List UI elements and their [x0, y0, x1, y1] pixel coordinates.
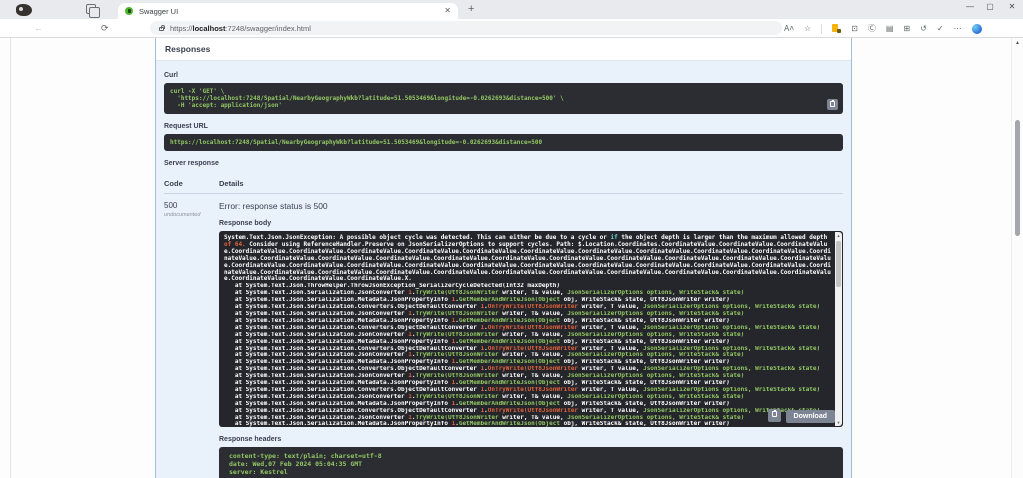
stack-trace-line: at System.Text.Json.Serialization.Metada… — [224, 338, 730, 345]
toolbar-separator — [821, 23, 823, 34]
pinned-app-icon[interactable] — [16, 4, 32, 16]
stack-trace-line: at System.Text.Json.Serialization.Conver… — [224, 386, 821, 393]
request-url-block: https://localhost:7248/Spatial/NearbyGeo… — [164, 134, 843, 151]
browser-tab-swagger[interactable]: Swagger UI ✕ — [118, 3, 458, 19]
curl-line: -H 'accept: application/json' — [170, 102, 282, 109]
error-status-text: Error: response status is 500 — [219, 201, 328, 211]
request-url-label: Request URL — [164, 123, 208, 130]
stack-trace-line: at System.Text.Json.Serialization.Conver… — [224, 345, 821, 352]
stack-trace-line: at System.Text.Json.Serialization.Conver… — [224, 324, 821, 331]
copilot-icon[interactable] — [971, 23, 982, 34]
server-response-label: Server response — [164, 160, 219, 167]
status-code: 500 — [164, 201, 178, 210]
stack-trace-line: at System.Text.Json.Serialization.JsonCo… — [224, 373, 745, 380]
extension-c-icon[interactable]: Ⓒ — [868, 24, 876, 34]
stack-trace-line: at System.Text.Json.Serialization.JsonCo… — [224, 352, 745, 359]
stack-trace-line: at System.Text.Json.Serialization.JsonCo… — [224, 310, 745, 317]
response-body-code[interactable]: System.Text.Json.JsonException: A possib… — [219, 231, 843, 427]
page-scrollbar[interactable]: ▲ — [1011, 38, 1023, 478]
status-code-cell: 500 undocumented — [164, 201, 219, 478]
response-headers-block: content-type: text/plain; charset=utf-8 … — [219, 447, 843, 478]
response-header-line: content-type: text/plain; charset=utf-8 — [229, 452, 382, 460]
stack-trace-line: at System.Text.Json.Serialization.JsonCo… — [224, 414, 745, 421]
stack-trace-line: at System.Text.Json.Serialization.JsonCo… — [224, 290, 745, 297]
server-response-table-header: Code Details — [164, 171, 843, 194]
details-column-header: Details — [219, 179, 244, 188]
scrollbar-up-arrow-icon[interactable]: ▲ — [1012, 40, 1023, 46]
curl-line: 'https://localhost:7248/Spatial/NearbyGe… — [170, 95, 564, 102]
collections-icon[interactable]: ⊞ — [903, 24, 910, 34]
server-response-row: 500 undocumented Error: response status … — [164, 194, 843, 478]
swagger-operation-panel: Responses Curl curl -X 'GET' \ 'https://… — [155, 38, 852, 478]
response-headers-label: Response headers — [219, 436, 282, 443]
stack-trace-line: at System.Text.Json.Serialization.Metada… — [224, 380, 730, 387]
stack-trace-line: at System.Text.Json.Serialization.Conver… — [224, 304, 821, 311]
toolbar-icons: A˄ ☆ ⊡ Ⓒ ▤ ⊞ ↺ ✓ ⋯ — [784, 21, 1009, 36]
window-minimize-button[interactable]: — — [963, 2, 977, 11]
extension-check-icon[interactable]: ✓ — [937, 24, 944, 34]
download-button[interactable]: Download — [785, 410, 835, 423]
clipboard-icon — [772, 410, 777, 417]
curl-copy-button[interactable] — [827, 99, 838, 110]
stack-trace-line: at System.Text.Json.Serialization.JsonCo… — [224, 331, 745, 338]
response-header-line: date: Wed,07 Feb 2024 05:04:35 GMT — [229, 460, 363, 468]
window-maximize-button[interactable]: ▢ — [983, 2, 997, 11]
response-body-label: Response body — [219, 220, 272, 227]
more-options-icon[interactable]: ⋯ — [954, 24, 962, 34]
exception-message: System.Text.Json.JsonException: A possib… — [224, 234, 831, 283]
scrollbar-down-arrow-icon[interactable]: ▼ — [835, 420, 842, 425]
response-body-scrollbar-thumb[interactable] — [836, 241, 841, 287]
scrollbar-up-arrow-icon[interactable]: ▲ — [835, 233, 842, 238]
response-header-line: server: Kestrel — [229, 468, 288, 476]
stack-trace-line: at System.Text.Json.Serialization.Metada… — [224, 297, 730, 304]
response-body-scrollbar[interactable]: ▲ ▼ — [835, 232, 842, 426]
stack-trace-line: at System.Text.Json.Serialization.Conver… — [224, 407, 820, 414]
stack-trace-line: at System.Text.Json.Serialization.Metada… — [224, 317, 730, 324]
back-button[interactable]: ← — [34, 23, 43, 33]
browser-essentials-icon[interactable] — [832, 24, 842, 33]
reading-list-icon[interactable]: ▤ — [886, 24, 894, 34]
undocumented-badge: undocumented — [164, 212, 201, 218]
stack-trace-line: at System.Text.Json.Serialization.Metada… — [224, 400, 730, 407]
response-body-wrapper: System.Text.Json.JsonException: A possib… — [219, 231, 843, 427]
page-scrollbar-thumb[interactable] — [1015, 120, 1020, 236]
refresh-button[interactable]: ⟳ — [101, 23, 109, 33]
stack-trace-line: at System.Text.Json.Serialization.Metada… — [224, 359, 730, 366]
tab-title: Swagger UI — [139, 6, 179, 16]
url-text: https://localhost:7248/swagger/index.htm… — [170, 23, 311, 33]
stack-trace-line: at System.Text.Json.ThrowHelper.ThrowJso… — [224, 283, 560, 290]
stack-trace-line: at System.Text.Json.Serialization.Conver… — [224, 366, 821, 373]
browser-tab-bar: Swagger UI ✕ + — ▢ ✕ — [0, 0, 1023, 19]
window-close-button[interactable]: ✕ — [1005, 2, 1019, 11]
responses-section-body: Curl curl -X 'GET' \ 'https://localhost:… — [156, 61, 851, 478]
stack-trace-line: at System.Text.Json.Serialization.Metada… — [224, 421, 730, 427]
read-aloud-icon[interactable]: A˄ — [784, 24, 794, 34]
lock-icon[interactable] — [159, 25, 165, 31]
responses-section-header: Responses — [156, 38, 851, 61]
tab-close-icon[interactable]: ✕ — [444, 7, 451, 15]
history-icon[interactable]: ↺ — [920, 24, 927, 34]
stack-trace-line: at System.Text.Json.Serialization.JsonCo… — [224, 393, 745, 400]
request-url-value: https://localhost:7248/Spatial/NearbyGeo… — [170, 139, 543, 146]
swagger-favicon-icon — [125, 7, 133, 15]
curl-line: curl -X 'GET' \ — [170, 88, 225, 95]
clipboard-icon — [830, 100, 835, 107]
response-copy-button[interactable] — [768, 409, 781, 422]
curl-command-block[interactable]: curl -X 'GET' \ 'https://localhost:7248/… — [164, 83, 843, 114]
favorites-star-icon[interactable]: ☆ — [804, 24, 811, 34]
details-cell: Error: response status is 500 Response b… — [219, 201, 843, 478]
address-bar[interactable]: https://localhost:7248/swagger/index.htm… — [150, 21, 782, 35]
code-column-header: Code — [164, 179, 183, 188]
new-tab-button[interactable]: + — [468, 3, 474, 15]
curl-label: Curl — [164, 72, 178, 79]
workspaces-icon[interactable] — [86, 4, 100, 18]
page-left-edge-line — [10, 38, 11, 478]
split-screen-icon[interactable]: ⊡ — [851, 24, 858, 34]
